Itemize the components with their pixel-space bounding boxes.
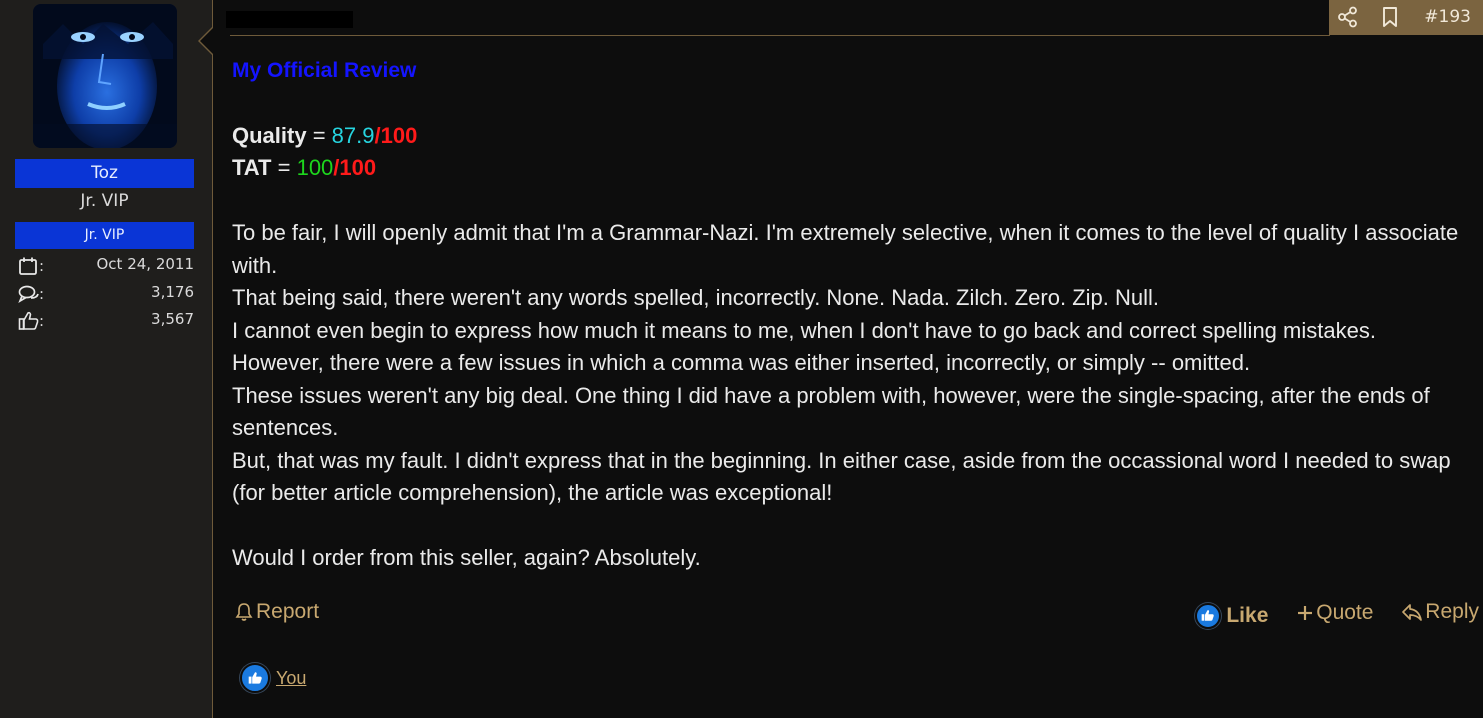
report-label: Report — [256, 600, 320, 623]
tat-max: /100 — [333, 155, 377, 180]
username[interactable]: Toz — [15, 159, 194, 188]
review-paragraph: These issues weren't any big deal. One t… — [232, 382, 1430, 441]
messages-icon — [18, 284, 40, 304]
quality-equals: = — [306, 122, 332, 148]
quality-score: 87.9 — [331, 122, 375, 148]
like-label: Like — [1226, 603, 1269, 627]
header-divider — [230, 35, 1330, 36]
like-thumb-icon — [1195, 602, 1222, 629]
review-paragraph: I cannot even begin to express how much … — [232, 317, 1376, 343]
quote-label: Quote — [1316, 601, 1374, 624]
calendar-icon — [18, 256, 40, 276]
report-button[interactable]: Report — [234, 600, 319, 624]
review-paragraph: However, there were a few issues in whic… — [232, 350, 1251, 375]
tat-line: TAT = 100/100 — [232, 152, 1477, 185]
review-paragraph: To be fair, I will openly admit that I'm… — [232, 220, 1459, 278]
reactions-user-link[interactable]: You — [276, 668, 306, 689]
user-title: Jr. VIP — [80, 191, 129, 211]
stat-colon: : — [39, 285, 45, 303]
post-number[interactable]: #193 — [1424, 7, 1471, 27]
plus-icon — [1298, 606, 1313, 620]
reply-label: Reply — [1425, 600, 1479, 623]
quote-button[interactable]: Quote — [1296, 601, 1373, 625]
reply-icon — [1402, 604, 1423, 621]
post-footer-left: Report — [234, 600, 319, 628]
stat-reactions-value: 3,567 — [151, 310, 194, 328]
quality-line: Quality = 87.9/100 — [232, 120, 1477, 153]
quality-max: /100 — [374, 122, 418, 148]
stat-reactions: : 3,567 — [18, 310, 194, 332]
review-heading: My Official Review — [232, 59, 417, 82]
review-paragraph: That being said, there weren't any words… — [232, 285, 1159, 310]
quality-label: Quality — [232, 122, 307, 148]
stat-joined: : Oct 24, 2011 — [18, 255, 194, 277]
tat-label: TAT — [232, 155, 272, 180]
tat-equals: = — [271, 155, 297, 180]
reactions-summary: You — [240, 663, 306, 693]
like-button[interactable]: Like — [1195, 602, 1269, 629]
post-actions-bar: #193 — [1329, 0, 1483, 35]
bookmark-icon[interactable] — [1379, 6, 1401, 28]
post-date-redacted — [226, 11, 353, 28]
review-paragraph: But, that was my fault. I didn't express… — [232, 447, 1451, 506]
user-avatar[interactable] — [33, 4, 177, 148]
post-body: My Official Review Quality = 87.9/100 TA… — [232, 55, 1477, 575]
stat-colon: : — [39, 312, 45, 330]
like-reaction-icon — [240, 663, 270, 693]
bell-icon — [235, 603, 253, 621]
stat-messages-value: 3,176 — [151, 283, 194, 301]
reply-button[interactable]: Reply — [1401, 600, 1479, 624]
tat-score: 100 — [296, 155, 334, 180]
stat-colon: : — [39, 257, 45, 275]
thumbs-up-icon — [18, 311, 40, 331]
user-sidebar: Toz Jr. VIP Jr. VIP : Oct 24, 2011 : 3,1… — [0, 0, 213, 718]
stat-joined-value: Oct 24, 2011 — [96, 255, 195, 273]
share-icon[interactable] — [1337, 6, 1359, 28]
review-closing: Would I order from this seller, again? A… — [232, 545, 701, 570]
post-pointer-inner — [200, 28, 213, 54]
user-banner: Jr. VIP — [15, 222, 194, 249]
post-footer-right: Like Quote Reply — [1173, 600, 1479, 629]
stat-messages: : 3,176 — [18, 283, 194, 305]
